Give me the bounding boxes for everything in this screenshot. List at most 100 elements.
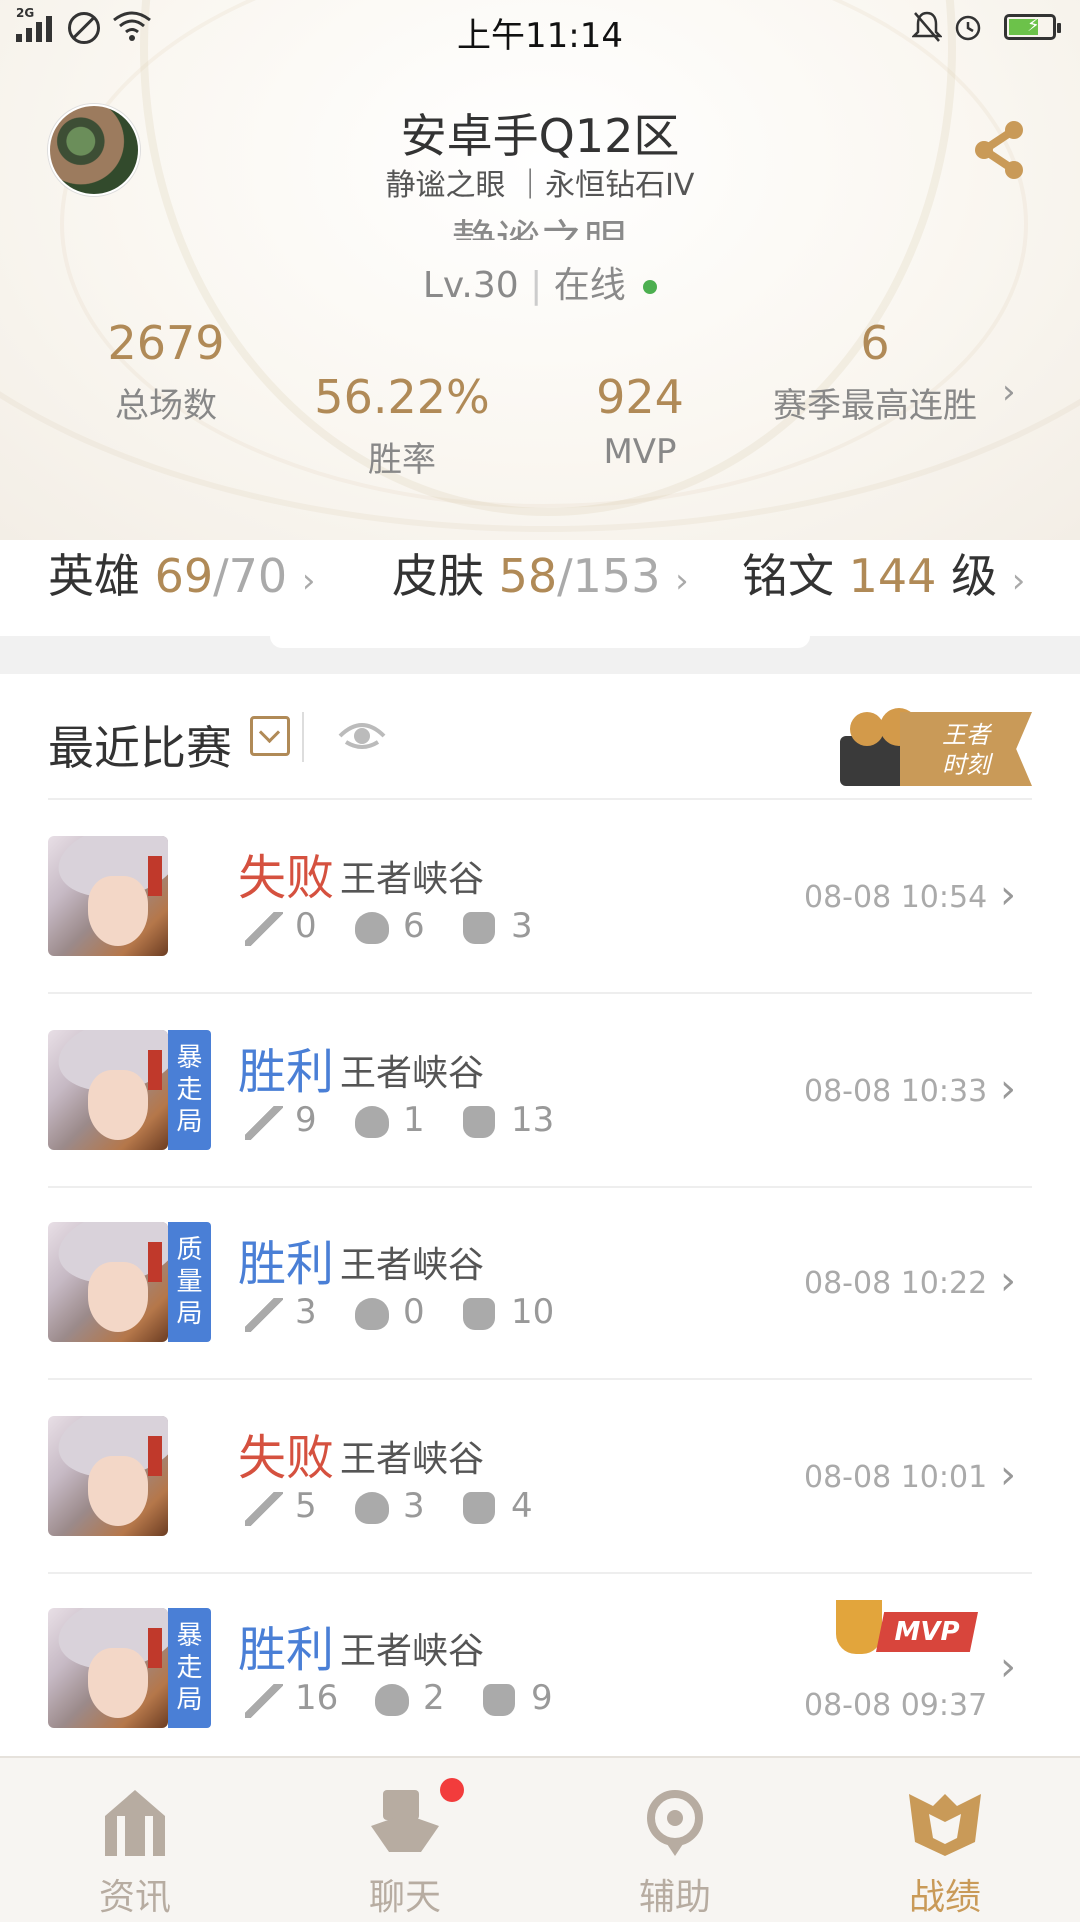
deaths: 1	[403, 1100, 425, 1140]
match-time: 08-08 10:01	[804, 1460, 988, 1495]
mvp-badge: MVP	[836, 1600, 980, 1662]
nav-assist[interactable]: 辅助	[540, 1758, 810, 1922]
kills: 9	[295, 1100, 317, 1140]
match-time: 08-08 10:33	[804, 1074, 988, 1109]
nav-label: 资讯	[98, 1877, 171, 1918]
streak-chevron-icon[interactable]: ›	[1002, 372, 1016, 412]
skins-count[interactable]: 皮肤 58/153 ›	[392, 540, 689, 606]
divider	[48, 992, 1032, 994]
match-map: 王者峡谷	[340, 1245, 485, 1286]
kills-sword-icon	[245, 912, 283, 946]
runes-unit: 级	[951, 549, 998, 603]
deaths-skull-icon	[355, 1106, 389, 1138]
hero-portrait	[48, 1030, 168, 1150]
streak-value: 6	[860, 316, 890, 370]
runes-label: 铭文	[742, 549, 834, 603]
match-result: 失败	[238, 1430, 335, 1486]
filter-dropdown-icon[interactable]	[250, 716, 290, 756]
total-games-value: 2679	[107, 316, 225, 370]
heroes-label: 英雄	[48, 549, 140, 603]
match-tag: 质 量 局	[168, 1222, 211, 1342]
deaths-skull-icon	[375, 1684, 409, 1716]
recent-matches-title: 最近比赛	[48, 721, 232, 775]
alarm-icon	[955, 15, 981, 41]
match-map: 王者峡谷	[340, 1631, 485, 1672]
skins-have: 58	[498, 549, 558, 603]
online-status: 在线	[553, 265, 626, 306]
skins-label: 皮肤	[392, 549, 484, 603]
assists: 3	[511, 906, 533, 946]
assists-hand-icon	[483, 1684, 515, 1716]
divider	[48, 798, 1032, 800]
divider	[48, 1378, 1032, 1380]
win-rate-label: 胜率	[368, 440, 436, 480]
chevron-right-icon: ›	[301, 561, 316, 601]
kills: 3	[295, 1292, 317, 1332]
nav-label: 辅助	[638, 1877, 711, 1918]
chevron-right-icon: ›	[1000, 1452, 1016, 1498]
divider	[302, 712, 304, 762]
assists: 13	[511, 1100, 555, 1140]
chevron-right-icon: ›	[675, 561, 689, 601]
mvp-label: MVP	[876, 1612, 978, 1652]
hero-portrait	[48, 1608, 168, 1728]
streak-label[interactable]: 赛季最高连胜	[760, 378, 990, 427]
nav-label: 聊天	[368, 1877, 441, 1918]
match-row[interactable]: 暴 走 局 胜利 王者峡谷 16 2 9 MVP 08-08 09:37 ›	[0, 1574, 1080, 1764]
server-title: 安卓手Q12区	[400, 109, 680, 163]
assist-icon	[647, 1790, 703, 1856]
deaths: 3	[403, 1486, 425, 1526]
nav-news[interactable]: 资讯	[0, 1758, 270, 1922]
match-row[interactable]: 失败 王者峡谷 5 3 4 08-08 10:01 ›	[0, 1382, 1080, 1572]
unread-dot	[440, 1778, 464, 1802]
chevron-right-icon: ›	[1000, 1066, 1016, 1112]
match-row[interactable]: 失败 王者峡谷 0 6 3 08-08 10:54 ›	[0, 802, 1080, 992]
match-tag: 暴 走 局	[168, 1608, 211, 1728]
player-name-ghost: 静谧之眼	[0, 212, 1080, 240]
share-icon[interactable]	[970, 118, 1028, 182]
deaths-skull-icon	[355, 1492, 389, 1524]
king-moment-button[interactable]: 王者 时刻	[840, 708, 1032, 786]
news-icon	[105, 1790, 165, 1856]
match-time: 08-08 09:37	[804, 1688, 988, 1723]
heroes-count[interactable]: 英雄 69/70 ›	[48, 540, 315, 606]
deaths: 2	[423, 1678, 445, 1718]
heroes-have: 69	[154, 549, 214, 603]
player-subtitle: 静谧之眼 ｜永恒钻石IV	[385, 168, 695, 203]
assists-hand-icon	[463, 1492, 495, 1524]
nav-label: 战绩	[908, 1877, 981, 1918]
kills: 16	[295, 1678, 339, 1718]
runes-count[interactable]: 铭文 144 级 ›	[742, 540, 1025, 606]
skins-total: /153	[557, 549, 661, 603]
match-map: 王者峡谷	[340, 859, 485, 900]
match-result: 胜利	[238, 1044, 335, 1100]
section-divider	[0, 636, 1080, 674]
match-row[interactable]: 质 量 局 胜利 王者峡谷 3 0 10 08-08 10:22 ›	[0, 1188, 1080, 1378]
nav-record[interactable]: 战绩	[810, 1758, 1080, 1922]
hero-portrait	[48, 1222, 168, 1342]
heroes-total: /70	[213, 549, 288, 603]
deaths-skull-icon	[355, 1298, 389, 1330]
kills-sword-icon	[245, 1684, 283, 1718]
assists: 10	[511, 1292, 555, 1332]
mvp-label: MVP	[603, 432, 677, 472]
assists-hand-icon	[463, 912, 495, 944]
nav-chat[interactable]: 聊天	[270, 1758, 540, 1922]
hero-portrait	[48, 836, 168, 956]
battery-icon: ⚡	[1004, 14, 1061, 40]
chat-icon	[371, 1790, 439, 1852]
chevron-right-icon: ›	[1000, 1258, 1016, 1304]
kills: 5	[295, 1486, 317, 1526]
kills-sword-icon	[245, 1492, 283, 1526]
level: Lv.30	[422, 265, 519, 306]
match-tag: 暴 走 局	[168, 1030, 211, 1150]
deaths: 6	[403, 906, 425, 946]
hero-portrait	[48, 1416, 168, 1536]
assists: 9	[531, 1678, 553, 1718]
match-time: 08-08 10:54	[804, 880, 988, 915]
runes-value: 144	[848, 549, 937, 603]
mvp-value: 924	[596, 370, 684, 424]
kills-sword-icon	[245, 1106, 283, 1140]
match-row[interactable]: 暴 走 局 胜利 王者峡谷 9 1 13 08-08 10:33 ›	[0, 996, 1080, 1186]
eye-icon[interactable]	[338, 718, 386, 754]
